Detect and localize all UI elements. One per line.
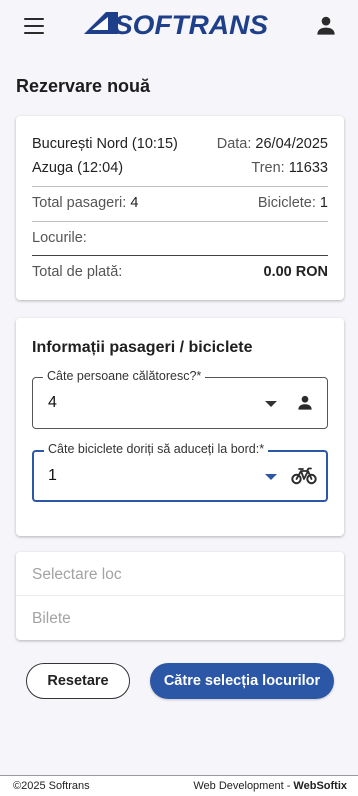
section-title: Informații pasageri / biciclete [32,339,253,356]
accordion-tickets[interactable]: Bilete [16,596,344,640]
total-value: 0.00 RON [263,264,328,280]
bikes-value: 1 [319,195,328,211]
bikes-label: Biciclete: [257,195,316,211]
logo-text: SOFTRANS [114,10,268,40]
divider [32,186,328,187]
accordion-seat-selection[interactable]: Selectare loc [16,552,344,596]
date-value: 26/04/2025 [255,136,328,152]
steps-accordion: Selectare loc Bilete [16,552,344,640]
train-number: Tren: 11633 [251,160,328,176]
travel-date: Data: 26/04/2025 [217,136,328,152]
departure-station: București Nord (10:15) [32,136,178,152]
account-icon[interactable] [313,13,339,39]
arrival-station: Azuga (12:04) [32,160,124,176]
seats-row: Locurile: [32,230,328,246]
next-seat-selection-button[interactable]: Către selecția locurilor [150,663,334,699]
credit-prefix: Web Development - [193,780,294,792]
passenger-info-card: Informații pasageri / biciclete Câte per… [16,318,344,536]
passengers-value: 4 [130,195,139,211]
bikes-select[interactable]: Câte biciclete doriți să aduceți la bord… [32,442,328,502]
persons-select[interactable]: Câte persoane călătoresc?* 4 [32,369,328,429]
accordion-label: Bilete [32,610,71,627]
copyright: ©2025 Softrans [13,780,90,792]
train-value: 11633 [288,160,328,176]
total-bikes: Biciclete: 1 [258,195,328,211]
credit-link[interactable]: WebSoftix [293,780,347,792]
person-icon [298,395,312,410]
top-app-bar: SOFTRANS [0,0,358,52]
credit: Web Development - WebSoftix [193,780,347,792]
page-title: Rezervare nouă [16,76,151,96]
accordion-label: Selectare loc [32,566,122,583]
counts-row: Total pasageri: 4 Biciclete: 1 [32,195,328,211]
total-label: Total de plată: [32,264,123,280]
booking-summary-card: București Nord (10:15) Data: 26/04/2025 … [16,116,344,300]
footer: ©2025 Softrans Web Development - WebSoft… [0,775,358,796]
total-passengers: Total pasageri: 4 [32,195,138,211]
softrans-logo[interactable]: SOFTRANS [78,8,270,40]
persons-value[interactable]: 4 [48,394,57,412]
departure-row: București Nord (10:15) Data: 26/04/2025 [32,136,328,152]
total-row: Total de plată: 0.00 RON [32,264,328,280]
menu-icon[interactable] [22,15,46,37]
divider [32,255,328,256]
date-label: Data: [216,136,252,152]
passengers-label: Total pasageri: [32,195,127,211]
divider [32,221,328,222]
arrival-row: Azuga (12:04) Tren: 11633 [32,160,328,176]
train-label: Tren: [251,160,285,176]
bikes-value[interactable]: 1 [48,467,57,485]
reset-button[interactable]: Resetare [26,663,130,699]
dropdown-arrow-icon[interactable] [265,401,277,407]
bikes-label: Câte biciclete doriți să aduceți la bord… [44,442,269,456]
bicycle-icon [291,467,317,485]
seats-label: Locurile: [32,230,87,246]
dropdown-arrow-icon[interactable] [265,474,277,480]
persons-label: Câte persoane călătoresc?* [43,369,206,383]
